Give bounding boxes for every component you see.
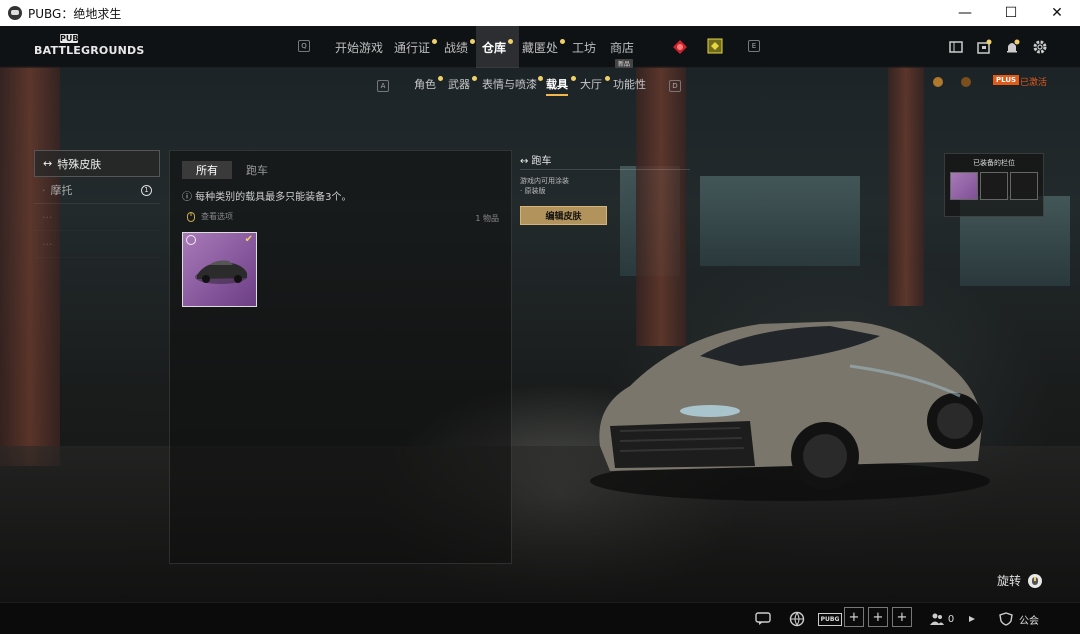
background-pillar [0,66,60,466]
item-count: 1 物品 [475,214,499,223]
mail-icon[interactable] [976,39,992,55]
equipped-slot-2[interactable] [980,172,1008,200]
clan-shield-icon [999,612,1013,626]
subtab-vehicles[interactable]: 载具 [546,76,568,96]
filter-tab-all[interactable]: 所有 [182,161,232,179]
friends-toggle-icon[interactable] [966,607,978,631]
party-slot-add-button[interactable]: + [868,607,888,627]
subtab-emotes-sprays[interactable]: 表情与喷漆 [482,76,537,92]
coin-icon [932,76,944,88]
car-thumbnail [195,260,247,284]
nav-pass[interactable]: 通行证 [394,26,438,68]
gcoin-icon [960,76,972,88]
equipped-slots: 已装备的栏位 [944,153,1044,217]
subnav-key-d: D [669,80,681,92]
nav-key-e: E [748,40,760,52]
settings-gear-icon[interactable] [1032,39,1048,55]
pass-icon[interactable] [707,38,723,54]
equipped-slot-1[interactable] [950,172,978,200]
equipped-slot-3[interactable] [1010,172,1038,200]
vehicle-type-title: ↔ 跑车 [520,150,690,170]
pubg-logo: PUBG BATTLEGROUNDS [34,34,145,57]
nav-inventory[interactable]: 仓库 [476,26,520,68]
sidebar-item-special-skins[interactable]: ↔ 特殊皮肤 [34,150,160,177]
app-icon [8,6,22,20]
maximize-button[interactable]: ☐ [988,0,1034,26]
bottom-bar: PUBG + + + 0 公会 [0,602,1080,634]
new-tag: 新品 [615,59,634,68]
pubg-profile-button[interactable]: PUBG [817,607,843,631]
event-icon[interactable] [672,39,688,55]
mouse-icon [187,211,195,222]
sidebar-item-hidden-1[interactable]: ··· [34,204,160,231]
background-window [700,176,860,266]
view-options[interactable]: 查看选项 [187,211,233,222]
window-title: PUBG：绝地求生 [28,6,122,21]
filter-tab-sports-car[interactable]: 跑车 [232,161,282,179]
region-globe-icon[interactable] [786,607,808,631]
close-button[interactable]: ✕ [1034,0,1080,26]
vehicle-info: ↔ 跑车 游戏内可用涂装 · 原装版 编辑皮肤 [520,150,690,225]
nav-workshop[interactable]: 工坊 [572,26,596,68]
nav-stats[interactable]: 战绩 [444,26,476,68]
minimize-button[interactable]: — [942,0,988,26]
friends-button[interactable]: 0 [926,607,958,631]
nav-play[interactable]: 开始游戏 [335,26,383,68]
subtab-functional[interactable]: 功能性 [613,76,646,92]
top-nav: PUBG BATTLEGROUNDS Q 开始游戏 通行证 战绩 仓库 藏匿处 … [0,26,1080,68]
rotate-control[interactable]: 旋转 [997,572,1043,589]
sidebar-item-motorcycle[interactable]: · 摩托 1 [34,177,160,204]
inventory-icon[interactable] [948,39,964,55]
nav-key-q: Q [298,40,310,52]
rotate-mouse-icon [1028,573,1043,588]
equip-limit-notice: ⓘ 每种类别的载具最多只能装备3个。 [182,192,352,203]
count-badge: 1 [141,184,152,196]
game-viewport: PUBG BATTLEGROUNDS Q 开始游戏 通行证 战绩 仓库 藏匿处 … [0,26,1080,634]
vehicle-preview[interactable] [590,296,990,510]
sidebar-item-hidden-2[interactable]: ··· [34,231,160,258]
friends-icon [929,613,944,625]
background-pillar [888,66,924,306]
subnav-key-a: A [377,80,389,92]
skin-list-panel: 所有 跑车 ⓘ 每种类别的载具最多只能装备3个。 查看选项 1 物品 ✔ [169,150,512,564]
vehicle-skin-card[interactable]: ✔ [182,232,257,307]
party-slot-add-button[interactable]: + [892,607,912,627]
plus-badge: PLUS [993,75,1020,85]
activated-label: 已激活 [1020,78,1048,88]
skin-category-sidebar: ↔ 特殊皮肤 · 摩托 1 ··· ··· [34,150,160,258]
nav-stash[interactable]: 藏匿处 [522,26,566,68]
subtab-lobby[interactable]: 大厅 [580,76,602,92]
subtab-weapons[interactable]: 武器 [448,76,470,92]
chat-icon[interactable] [752,607,774,631]
notification-bell-icon[interactable] [1004,39,1020,55]
edit-skin-button[interactable]: 编辑皮肤 [520,206,607,225]
clan-button[interactable]: 公会 [994,607,1044,631]
party-slot-add-button[interactable]: + [844,607,864,627]
equipped-slots-title: 已装备的栏位 [973,159,1015,167]
vehicle-desc: 游戏内可用涂装 · 原装版 [520,177,569,195]
subtab-character[interactable]: 角色 [414,76,436,92]
window-titlebar: PUBG：绝地求生 — ☐ ✕ [0,0,1080,26]
